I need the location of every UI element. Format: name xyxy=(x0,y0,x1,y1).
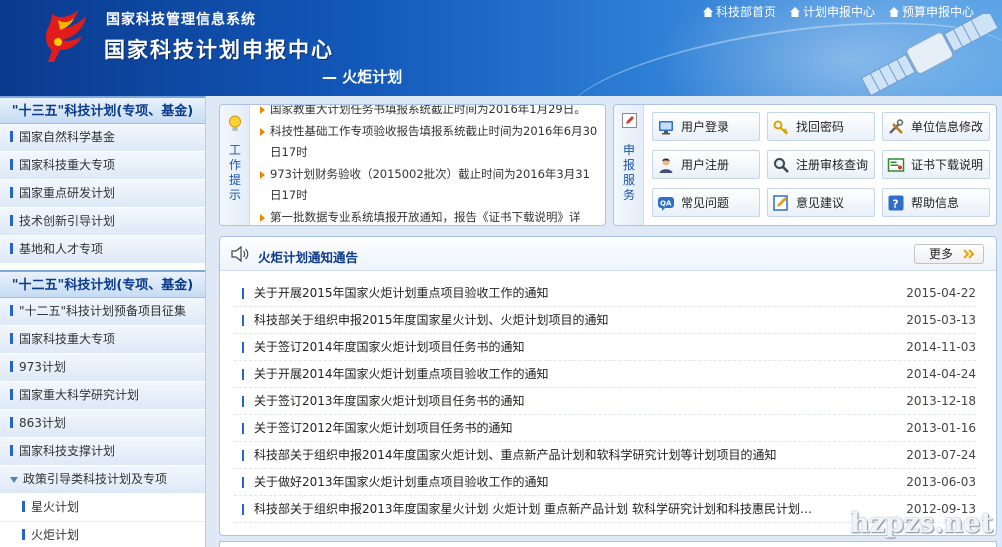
help-info-button[interactable]: ? 帮助信息 xyxy=(882,188,990,217)
registration-review-query-button[interactable]: 注册审核查询 xyxy=(767,150,875,179)
sidebar-group-12th[interactable]: "十二五"科技计划(专项、基金) xyxy=(0,270,205,298)
sidebar-group-13th[interactable]: "十三五"科技计划(专项、基金) xyxy=(0,96,205,124)
qa-icon: QA xyxy=(658,196,674,211)
certificate-download-help-button[interactable]: 证书下载说明 xyxy=(882,150,990,179)
register-button[interactable]: 用户注册 xyxy=(652,150,760,179)
next-panel-edge xyxy=(219,541,997,547)
tip-item[interactable]: 973计划财务验收（2015002批次）截止时间为2016年3月31日17时 xyxy=(258,164,598,206)
faq-button[interactable]: QA 常见问题 xyxy=(652,188,760,217)
user-icon xyxy=(659,158,673,173)
notice-item: 关于签订2014年度国家火炬计划项目任务书的通知 2014-11-03 xyxy=(234,334,976,361)
plan-subtitle: — 火炬计划 xyxy=(322,68,403,86)
notice-item: 科技部关于组织申报2015年度国家星火计划、火炬计划项目的通知 2015-03-1… xyxy=(234,307,976,334)
notice-date: 2015-03-13 xyxy=(906,313,976,327)
notice-title: 火炬计划通知通告 xyxy=(258,250,359,265)
notice-title-bar: 火炬计划通知通告 更多 xyxy=(220,237,996,271)
sidebar-item-tech-innovation[interactable]: 技术创新引导计划 xyxy=(0,208,205,236)
sidebar-item-863[interactable]: 863计划 xyxy=(0,410,205,438)
recover-password-button[interactable]: 找回密码 xyxy=(767,112,875,141)
sidebar: "十三五"科技计划(专项、基金) 国家自然科学基金 国家科技重大专项 国家重点研… xyxy=(0,96,206,547)
notice-date: 2014-11-03 xyxy=(906,340,976,354)
speaker-icon xyxy=(231,246,249,262)
home-icon xyxy=(702,6,713,17)
notice-link[interactable]: 科技部关于组织申报2014年度国家火炬计划、重点新产品计划和软科学研究计划等计划… xyxy=(254,442,777,468)
edit-org-info-button[interactable]: 单位信息修改 xyxy=(882,112,990,141)
sidebar-subitem-torch[interactable]: 火炬计划 xyxy=(0,522,205,547)
tips-label: 工作提示 xyxy=(229,143,242,202)
notice-date: 2015-04-22 xyxy=(906,286,976,300)
home-icon xyxy=(888,6,899,17)
certificate-icon xyxy=(887,157,905,172)
service-grid: 用户登录 找回密码 单位信息修改 用户注册 注册审核查询 证书下载说明 QA 常… xyxy=(652,112,990,217)
key-icon xyxy=(773,120,788,135)
pen-icon xyxy=(622,113,637,128)
magnifier-icon xyxy=(774,157,789,173)
chevron-down-icon xyxy=(10,476,18,483)
lightbulb-icon xyxy=(229,115,241,131)
sidebar-item-major-projects[interactable]: 国家科技重大专项 xyxy=(0,152,205,180)
tip-item[interactable]: 国家教重大计划任务书填报系统截止时间为2016年1月29日。 xyxy=(258,105,598,120)
notice-link[interactable]: 关于签订2013年度国家火炬计划项目任务书的通知 xyxy=(254,388,525,414)
sidebar-item-major-science[interactable]: 国家重大科学研究计划 xyxy=(0,382,205,410)
notice-item: 关于开展2015年国家火炬计划重点项目验收工作的通知 2015-04-22 xyxy=(234,280,976,307)
sidebar-item-major-projects-12[interactable]: 国家科技重大专项 xyxy=(0,326,205,354)
sidebar-item-973[interactable]: 973计划 xyxy=(0,354,205,382)
note-icon xyxy=(773,194,788,211)
notice-item: 关于开展2014年国家火炬计划重点项目验收工作的通知 2014-04-24 xyxy=(234,361,976,388)
sidebar-item-reserve-collection[interactable]: "十二五"科技计划预备项目征集 xyxy=(0,298,205,326)
satellite-icon xyxy=(860,14,999,96)
feedback-button[interactable]: 意见建议 xyxy=(767,188,875,217)
svg-text:QA: QA xyxy=(660,199,672,207)
sidebar-item-support[interactable]: 国家科技支撑计划 xyxy=(0,438,205,466)
notice-list: 关于开展2015年国家火炬计划重点项目验收工作的通知 2015-04-22 科技部… xyxy=(234,280,976,523)
service-side: 申报服务 xyxy=(614,105,644,225)
notice-link[interactable]: 关于开展2015年国家火炬计划重点项目验收工作的通知 xyxy=(254,280,549,306)
notice-date: 2013-12-18 xyxy=(906,394,976,408)
header-banner: 国家科技管理信息系统 国家科技计划申报中心 — 火炬计划 科技部首页 计划申报中… xyxy=(0,0,1002,96)
notice-link[interactable]: 关于做好2013年国家火炬计划重点项目验收工作的通知 xyxy=(254,469,549,495)
sidebar-item-policy-guide[interactable]: 政策引导类科技计划及专项 xyxy=(0,466,205,494)
notice-link[interactable]: 关于签订2014年度国家火炬计划项目任务书的通知 xyxy=(254,334,525,360)
help-icon: ? xyxy=(888,195,904,210)
double-chevron-right-icon xyxy=(963,249,975,259)
tips-scroll: 国家教重大计划任务书填报系统截止时间为2016年1月29日。 科技性基础工作专项… xyxy=(258,105,598,225)
home-icon xyxy=(789,6,800,17)
work-tips-panel: 工作提示 国家教重大计划任务书填报系统截止时间为2016年1月29日。 科技性基… xyxy=(219,104,606,226)
tools-icon xyxy=(889,118,904,134)
system-name: 国家科技管理信息系统 xyxy=(106,12,256,28)
center-name: 国家科技计划申报中心 xyxy=(104,38,334,62)
apply-service-panel: 申报服务 用户登录 找回密码 单位信息修改 用户注册 注册审核查询 证书下载说明… xyxy=(613,104,997,226)
torch-notice-panel: 火炬计划通知通告 更多 关于开展2015年国家火炬计划重点项目验收工作的通知 20… xyxy=(219,236,997,536)
top-link-budget-center[interactable]: 预算申报中心 xyxy=(888,3,974,20)
top-link-plan-center[interactable]: 计划申报中心 xyxy=(789,3,875,20)
svg-text:?: ? xyxy=(892,197,898,210)
notice-link[interactable]: 科技部关于组织申报2013年度国家星火计划 火炬计划 重点新产品计划 软科学研究… xyxy=(254,496,812,522)
notice-date: 2013-06-03 xyxy=(906,475,976,489)
more-button[interactable]: 更多 xyxy=(914,244,984,264)
notice-date: 2014-04-24 xyxy=(906,367,976,381)
top-link-mst-home[interactable]: 科技部首页 xyxy=(702,3,776,20)
notice-link[interactable]: 关于签订2012年国家火炬计划项目任务书的通知 xyxy=(254,415,513,441)
watermark: hzpzs.net xyxy=(850,508,994,539)
notice-link[interactable]: 科技部关于组织申报2015年度国家星火计划、火炬计划项目的通知 xyxy=(254,307,609,333)
notice-date: 2013-07-24 xyxy=(906,448,976,462)
login-button[interactable]: 用户登录 xyxy=(652,112,760,141)
service-label: 申报服务 xyxy=(623,143,636,202)
tips-side: 工作提示 xyxy=(220,105,250,225)
sidebar-item-base-talent[interactable]: 基地和人才专项 xyxy=(0,236,205,264)
notice-item: 关于签订2013年度国家火炬计划项目任务书的通知 2013-12-18 xyxy=(234,388,976,415)
notice-item: 关于签订2012年国家火炬计划项目任务书的通知 2013-01-16 xyxy=(234,415,976,442)
torch-logo-icon xyxy=(45,10,86,62)
top-nav: 科技部首页 计划申报中心 预算申报中心 xyxy=(702,3,974,20)
tip-item[interactable]: 第一批数据专业系统填报开放通知，报告《证书下载说明》详 xyxy=(258,207,598,225)
notice-link[interactable]: 关于开展2014年国家火炬计划重点项目验收工作的通知 xyxy=(254,361,549,387)
sidebar-item-key-rd[interactable]: 国家重点研发计划 xyxy=(0,180,205,208)
notice-date: 2013-01-16 xyxy=(906,421,976,435)
notice-item: 科技部关于组织申报2014年度国家火炬计划、重点新产品计划和软科学研究计划等计划… xyxy=(234,442,976,469)
sidebar-item-nsfc[interactable]: 国家自然科学基金 xyxy=(0,124,205,152)
notice-item: 关于做好2013年国家火炬计划重点项目验收工作的通知 2013-06-03 xyxy=(234,469,976,496)
sidebar-subitem-spark[interactable]: 星火计划 xyxy=(0,494,205,522)
monitor-icon xyxy=(659,120,673,134)
tip-item[interactable]: 科技性基础工作专项验收报告填报系统截止时间为2016年6月30日17时 xyxy=(258,121,598,163)
